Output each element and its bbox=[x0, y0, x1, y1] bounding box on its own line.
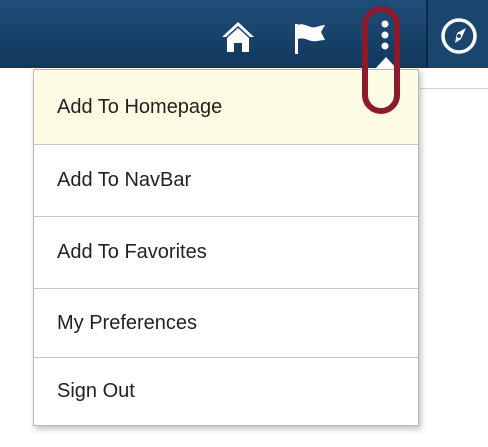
menu-item-add-to-favorites[interactable]: Add To Favorites bbox=[34, 217, 418, 289]
menu-item-label: Add To NavBar bbox=[57, 169, 192, 191]
home-icon[interactable] bbox=[220, 19, 256, 55]
menu-item-label: Add To Homepage bbox=[57, 95, 223, 118]
vertical-ellipsis-icon[interactable] bbox=[370, 18, 400, 54]
menu-item-my-preferences[interactable]: My Preferences bbox=[34, 289, 418, 358]
compass-icon[interactable] bbox=[440, 17, 478, 55]
flag-icon[interactable] bbox=[292, 20, 328, 56]
menu-item-add-to-navbar[interactable]: Add To NavBar bbox=[34, 145, 418, 217]
menu-item-label: Add To Favorites bbox=[57, 241, 207, 263]
actions-menu: Add To Homepage Add To NavBar Add To Fav… bbox=[33, 69, 419, 426]
menu-caret bbox=[375, 57, 397, 69]
menu-item-add-to-homepage[interactable]: Add To Homepage bbox=[34, 70, 418, 145]
menu-item-label: My Preferences bbox=[57, 311, 198, 334]
menu-item-sign-out[interactable]: Sign Out bbox=[34, 358, 418, 425]
page-divider bbox=[420, 88, 488, 89]
menu-item-label: Sign Out bbox=[57, 380, 135, 402]
